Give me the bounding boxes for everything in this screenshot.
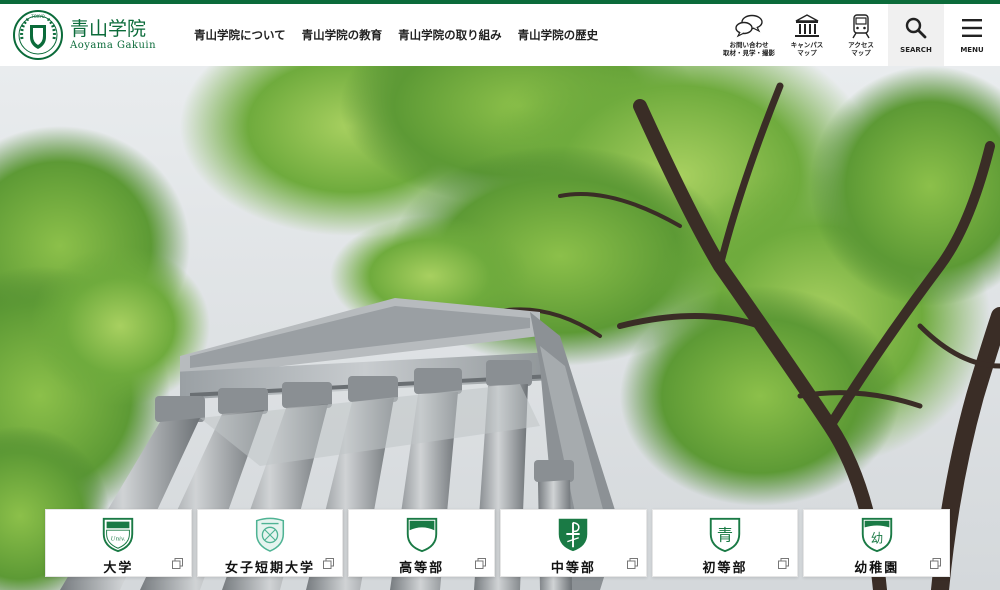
hamburger-icon bbox=[962, 18, 982, 37]
junior-high-crest-icon bbox=[559, 518, 588, 552]
header-tools: お問い合わせ 取材・見学・撮影 キャンパス マップ アクセス マップ SEARC… bbox=[718, 4, 1000, 66]
external-link-icon bbox=[778, 558, 790, 569]
building-icon bbox=[795, 14, 819, 37]
external-link-icon bbox=[626, 558, 638, 569]
school-card-elementary[interactable]: 青 初等部 bbox=[651, 509, 799, 577]
site-logo[interactable]: TOKYO 青山学院 Aoyama Gakuin bbox=[12, 8, 162, 62]
school-card-junior-high[interactable]: 中等部 bbox=[500, 509, 647, 577]
crest-text-elementary: 青 bbox=[717, 526, 733, 545]
school-name: 中等部 bbox=[550, 561, 596, 576]
search-label: SEARCH bbox=[900, 45, 932, 54]
main-nav: 青山学院について 青山学院の教育 青山学院の取り組み 青山学院の歴史 bbox=[186, 4, 606, 66]
nav-initiatives[interactable]: 青山学院の取り組み bbox=[390, 27, 510, 43]
campus-map-button[interactable]: キャンパス マップ bbox=[780, 4, 834, 66]
logo-english: Aoyama Gakuin bbox=[70, 39, 157, 51]
aoyama-seal-icon: TOKYO bbox=[13, 10, 63, 60]
search-icon bbox=[905, 17, 927, 39]
school-name: 大学 bbox=[103, 561, 134, 576]
school-links: Univ. 大学 女子短期大学 高等部 中等部 青 初等部 幼 幼稚園 bbox=[45, 509, 951, 577]
nav-history[interactable]: 青山学院の歴史 bbox=[510, 27, 607, 43]
high-school-crest-icon bbox=[406, 517, 437, 553]
school-card-university[interactable]: Univ. 大学 bbox=[45, 509, 192, 577]
elementary-crest-icon: 青 bbox=[709, 517, 741, 553]
nav-about[interactable]: 青山学院について bbox=[186, 27, 294, 43]
site-header: TOKYO 青山学院 Aoyama Gakuin 青山学院について 青山学院の教… bbox=[0, 4, 1000, 66]
school-card-kindergarten[interactable]: 幼 幼稚園 bbox=[803, 509, 951, 577]
contact-label-2: 取材・見学・撮影 bbox=[723, 49, 775, 57]
nav-education[interactable]: 青山学院の教育 bbox=[294, 27, 391, 43]
external-link-icon bbox=[323, 558, 335, 569]
kindergarten-crest-icon: 幼 bbox=[861, 517, 892, 553]
search-button[interactable]: SEARCH bbox=[888, 4, 944, 66]
seal-text: TOKYO bbox=[30, 14, 44, 19]
contact-label-1: お問い合わせ bbox=[729, 40, 769, 49]
external-link-icon bbox=[475, 558, 487, 569]
menu-label: MENU bbox=[960, 45, 984, 54]
school-name: 初等部 bbox=[702, 561, 748, 576]
school-name: 高等部 bbox=[399, 561, 445, 576]
contact-button[interactable]: お問い合わせ 取材・見学・撮影 bbox=[718, 4, 780, 66]
speech-bubbles-icon bbox=[735, 14, 763, 38]
access-label-1: アクセス bbox=[848, 40, 874, 49]
school-name: 女子短期大学 bbox=[225, 561, 316, 576]
external-link-icon bbox=[171, 558, 183, 569]
train-icon bbox=[852, 14, 870, 39]
external-link-icon bbox=[930, 558, 942, 569]
logo-japanese: 青山学院 bbox=[70, 18, 147, 41]
school-name: 幼稚園 bbox=[854, 561, 900, 576]
junior-college-crest-icon bbox=[255, 517, 285, 552]
crest-text-kindergarten: 幼 bbox=[871, 532, 883, 546]
school-card-junior-college[interactable]: 女子短期大学 bbox=[196, 509, 344, 577]
access-label-2: マップ bbox=[851, 49, 871, 57]
campus-label-2: マップ bbox=[797, 49, 817, 57]
access-map-button[interactable]: アクセス マップ bbox=[834, 4, 888, 66]
menu-button[interactable]: MENU bbox=[944, 4, 1000, 66]
university-crest-icon: Univ. bbox=[103, 517, 134, 553]
school-card-high-school[interactable]: 高等部 bbox=[348, 509, 496, 577]
crest-text-university: Univ. bbox=[111, 537, 126, 543]
campus-label-1: キャンパス bbox=[790, 40, 824, 49]
